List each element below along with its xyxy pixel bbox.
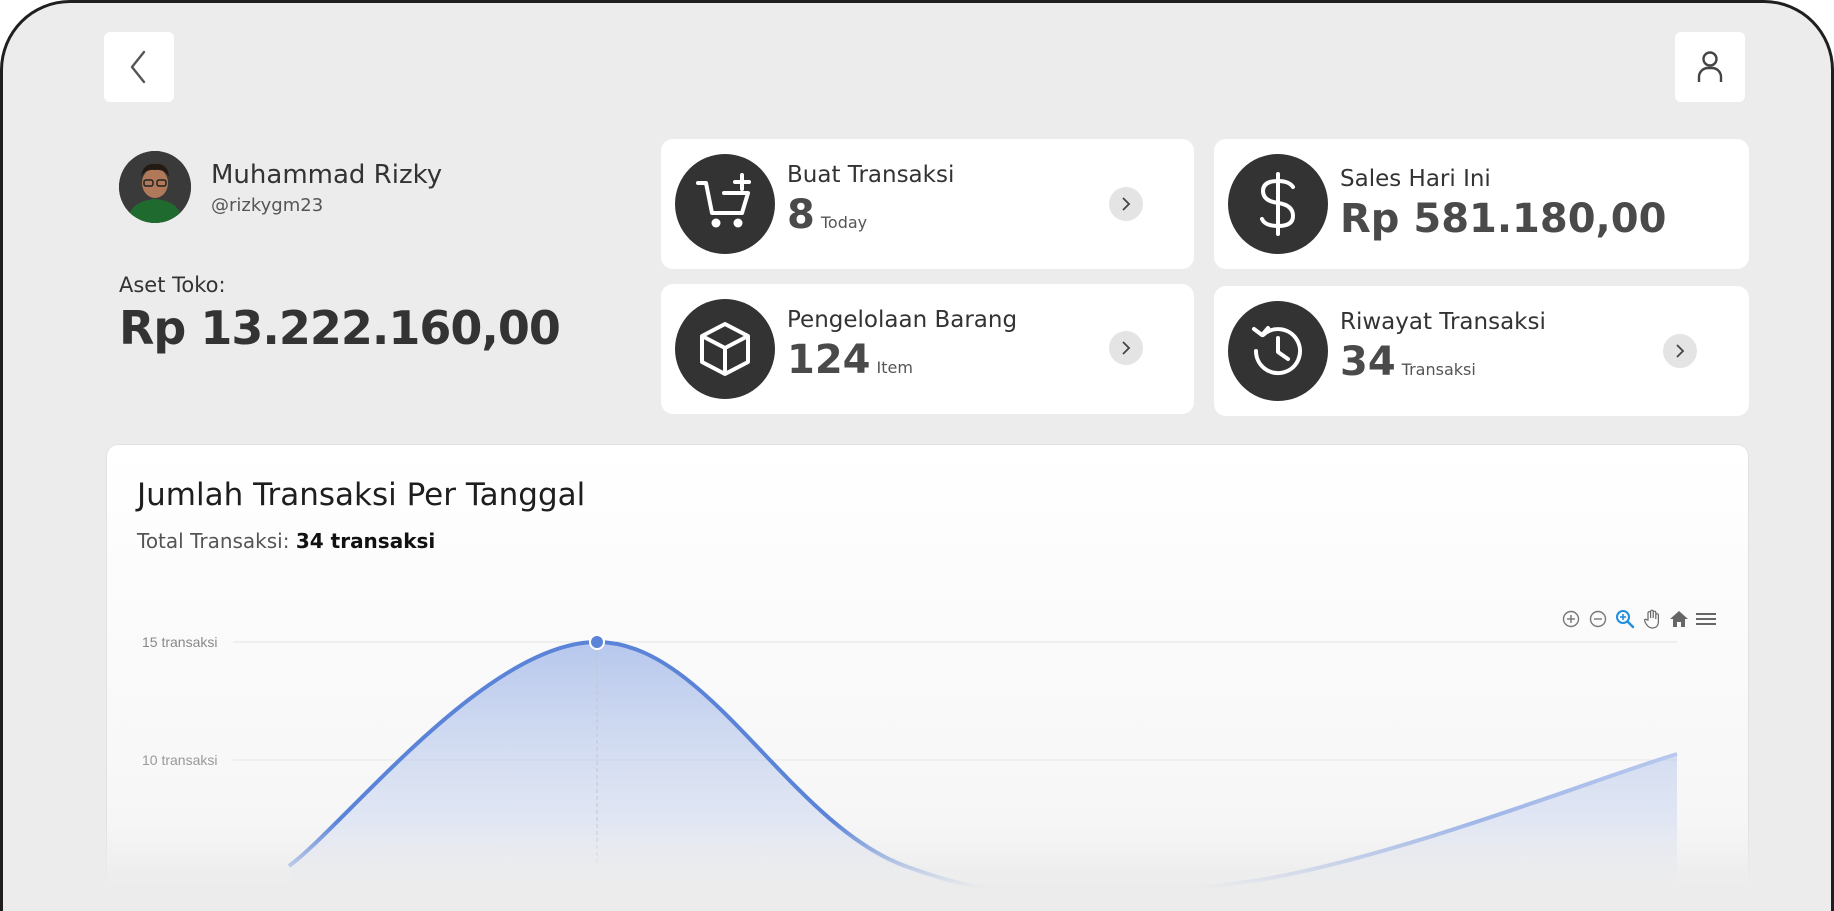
chevron-left-icon	[130, 50, 146, 84]
card-sales-hari-ini: Sales Hari Ini Rp 581.180,00	[1214, 139, 1749, 269]
card-value: 124	[787, 337, 871, 383]
card-open-button[interactable]	[1663, 334, 1697, 368]
user-profile-button[interactable]	[1675, 32, 1745, 102]
card-unit: Today	[820, 213, 868, 232]
avatar[interactable]	[119, 151, 191, 223]
card-unit: Transaksi	[1401, 360, 1476, 379]
card-unit: Item	[876, 358, 913, 377]
asset-value: Rp 13.222.160,00	[119, 301, 561, 355]
card-open-button[interactable]	[1109, 331, 1143, 365]
cart-plus-icon	[675, 154, 775, 254]
card-open-button[interactable]	[1109, 187, 1143, 221]
profile-handle: @rizkygm23	[211, 194, 324, 216]
y-tick-label: 10 transaksi	[142, 752, 217, 768]
avatar-image	[119, 151, 191, 223]
chevron-right-icon	[1122, 197, 1131, 211]
asset-label: Aset Toko:	[119, 273, 226, 297]
y-tick-label: 15 transaksi	[142, 634, 217, 650]
user-icon	[1697, 51, 1723, 82]
card-value: 34	[1340, 339, 1396, 385]
chevron-right-icon	[1122, 341, 1131, 355]
card-title: Sales Hari Ini	[1340, 166, 1491, 192]
profile-section: Muhammad Rizky @rizkygm23	[119, 151, 442, 223]
tablet-frame: Muhammad Rizky @rizkygm23 Aset Toko: Rp …	[0, 0, 1834, 911]
card-title: Riwayat Transaksi	[1340, 309, 1546, 335]
chevron-right-icon	[1676, 344, 1685, 358]
card-riwayat-transaksi[interactable]: Riwayat Transaksi 34 Transaksi	[1214, 286, 1749, 416]
card-title: Pengelolaan Barang	[787, 307, 1018, 333]
card-pengelolaan-barang[interactable]: Pengelolaan Barang 124 Item	[661, 284, 1194, 414]
card-buat-transaksi[interactable]: Buat Transaksi 8 Today	[661, 139, 1194, 269]
bottom-fade	[3, 821, 1831, 911]
card-value: 8	[787, 192, 815, 238]
card-value: Rp 581.180,00	[1340, 196, 1667, 242]
history-icon	[1228, 301, 1328, 401]
back-button[interactable]	[104, 32, 174, 102]
data-point-marker[interactable]	[589, 634, 605, 650]
box-icon	[675, 299, 775, 399]
dollar-icon	[1228, 154, 1328, 254]
card-title: Buat Transaksi	[787, 162, 955, 188]
profile-name: Muhammad Rizky	[211, 159, 443, 190]
